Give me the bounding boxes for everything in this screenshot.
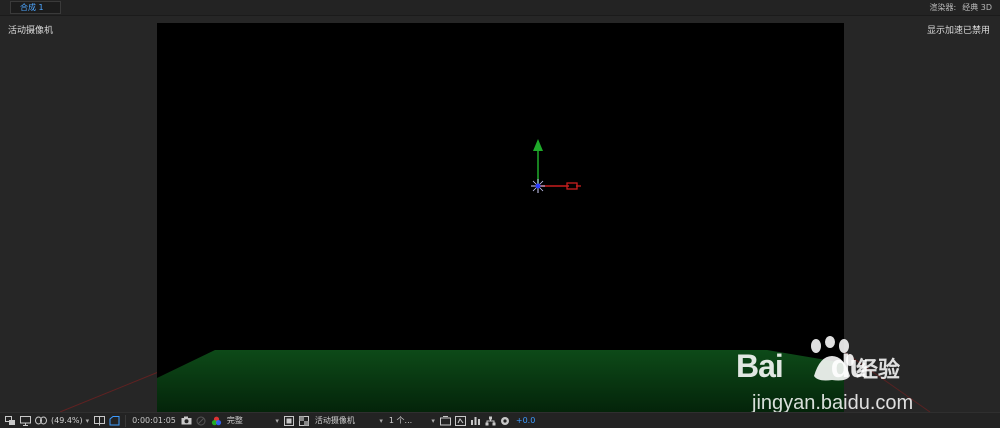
resolution-select[interactable]: 完整 ▾	[224, 415, 282, 426]
viewer-toolbar: (49.4%) ▾ 0:00:01:05 完整 ▾ 活动摄像机 ▾ 1 个...…	[0, 412, 1000, 428]
zoom-select[interactable]: (49.4%) ▾	[48, 416, 92, 425]
baidu-watermark: Bai du 经验 jingyan.baidu.com	[736, 336, 946, 412]
color-channels-icon[interactable]	[209, 414, 224, 428]
jingyan-text: 经验	[856, 358, 901, 383]
baidu-brand-text: Bai du	[736, 348, 869, 384]
fast-preview-3d-icon[interactable]	[453, 414, 468, 428]
camera-snapshot-icon[interactable]	[179, 414, 194, 428]
fast-previews-icon[interactable]	[282, 414, 297, 428]
flowchart-icon[interactable]	[483, 414, 498, 428]
monitor-icon[interactable]	[18, 414, 33, 428]
exposure-value[interactable]: +0.0	[513, 416, 538, 425]
region-of-interest-icon[interactable]	[107, 414, 122, 428]
active-camera-label: 活动摄像机	[8, 26, 54, 36]
zoom-value: (49.4%)	[51, 416, 83, 425]
timeline-icon[interactable]	[468, 414, 483, 428]
show-snapshot-icon[interactable]	[194, 414, 209, 428]
panel-tab-bar: 合成 1 渲染器: 经典 3D	[0, 0, 1000, 16]
transparency-grid-icon[interactable]	[297, 414, 312, 428]
tab-composition-1[interactable]: 合成 1	[10, 1, 61, 14]
watermark-url: jingyan.baidu.com	[752, 392, 914, 412]
exposure-reset-icon[interactable]	[498, 414, 513, 428]
resolution-grid-icon[interactable]	[92, 414, 107, 428]
chevron-down-icon: ▾	[379, 416, 383, 425]
always-preview-icon[interactable]	[3, 414, 18, 428]
chevron-down-icon: ▾	[85, 416, 90, 425]
composition-viewer[interactable]: 活动摄像机 显示加速已禁用 Bai du 经验 jingyan.baidu.co…	[0, 16, 1000, 412]
view-select[interactable]: 活动摄像机 ▾	[312, 415, 386, 426]
display-acceleration-label: 显示加速已禁用	[926, 26, 990, 36]
view-value: 活动摄像机	[314, 416, 355, 425]
views-layout-select[interactable]: 1 个... ▾	[386, 415, 438, 426]
mask-icon[interactable]	[33, 414, 48, 428]
resolution-value: 完整	[226, 416, 243, 425]
chevron-down-icon: ▾	[431, 416, 435, 425]
renderer-label: 渲染器:	[929, 3, 957, 12]
views-layout-value: 1 个...	[388, 416, 413, 425]
transform-gizmo[interactable]	[517, 131, 587, 201]
toggle-pixel-aspect-icon[interactable]	[438, 414, 453, 428]
current-timecode[interactable]: 0:00:01:05	[129, 416, 179, 425]
renderer-value[interactable]: 经典 3D	[962, 2, 992, 13]
renderer-info[interactable]: 渲染器: 经典 3D	[930, 2, 993, 13]
chevron-down-icon: ▾	[275, 416, 279, 425]
toolbar-divider	[125, 414, 127, 427]
